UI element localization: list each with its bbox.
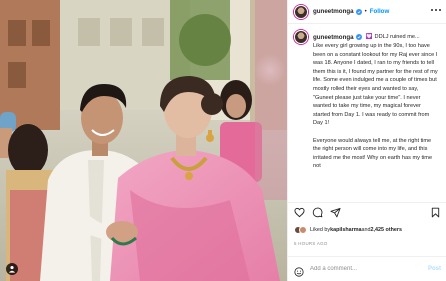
caption-heart-emoji: 💟 [365, 34, 373, 40]
caption-paragraph: Like every girl growing up in the 90s, I… [313, 43, 438, 127]
caption-body: Like every girl growing up in the 90s, I… [313, 42, 439, 171]
comment-input[interactable] [310, 266, 420, 272]
comment-box: Post [288, 256, 446, 281]
post-header: guneetmonga • Follow [288, 0, 446, 24]
follow-button[interactable]: Follow [370, 8, 390, 15]
likes-summary: Liked by kapilsharma and 2,425 others [294, 226, 402, 234]
wedding-photo [0, 0, 287, 281]
verified-badge-icon [355, 34, 362, 40]
bookmark-icon[interactable] [430, 207, 441, 218]
header-separator: • [364, 8, 367, 15]
heart-icon[interactable] [294, 207, 305, 218]
post-comment-button[interactable]: Post [428, 266, 441, 272]
caption-avatar[interactable] [294, 30, 308, 44]
header-username[interactable]: guneetmonga [313, 8, 354, 15]
emoji-icon[interactable] [294, 264, 304, 277]
caption: guneetmonga 💟 DDLJ ruined me... Like eve… [288, 24, 446, 202]
liker-username[interactable]: kapilsharma [330, 227, 361, 233]
likes-others-link[interactable]: 2,425 others [371, 227, 402, 233]
post-photo[interactable] [0, 0, 287, 281]
likes-middle: and [361, 227, 371, 233]
more-horizontal-icon[interactable] [431, 9, 441, 13]
liker-avatars[interactable] [294, 226, 307, 234]
share-icon[interactable] [330, 207, 341, 218]
verified-badge-icon [355, 8, 362, 15]
post-timestamp[interactable]: 5 HOURS AGO [294, 241, 328, 246]
caption-username[interactable]: guneetmonga [313, 34, 354, 41]
comment-icon[interactable] [312, 207, 323, 218]
caption-first-line: DDLJ ruined me... [374, 34, 420, 40]
avatar[interactable] [294, 4, 308, 19]
tagged-users-button[interactable] [6, 263, 18, 275]
likes-prefix: Liked by [310, 227, 331, 233]
action-bar [288, 202, 446, 222]
post-side-panel: guneetmonga • Follow guneetmonga 💟 DDLJ … [287, 0, 446, 281]
caption-paragraph: Everyone would always tell me, at the ri… [313, 137, 433, 170]
user-icon [8, 265, 16, 273]
